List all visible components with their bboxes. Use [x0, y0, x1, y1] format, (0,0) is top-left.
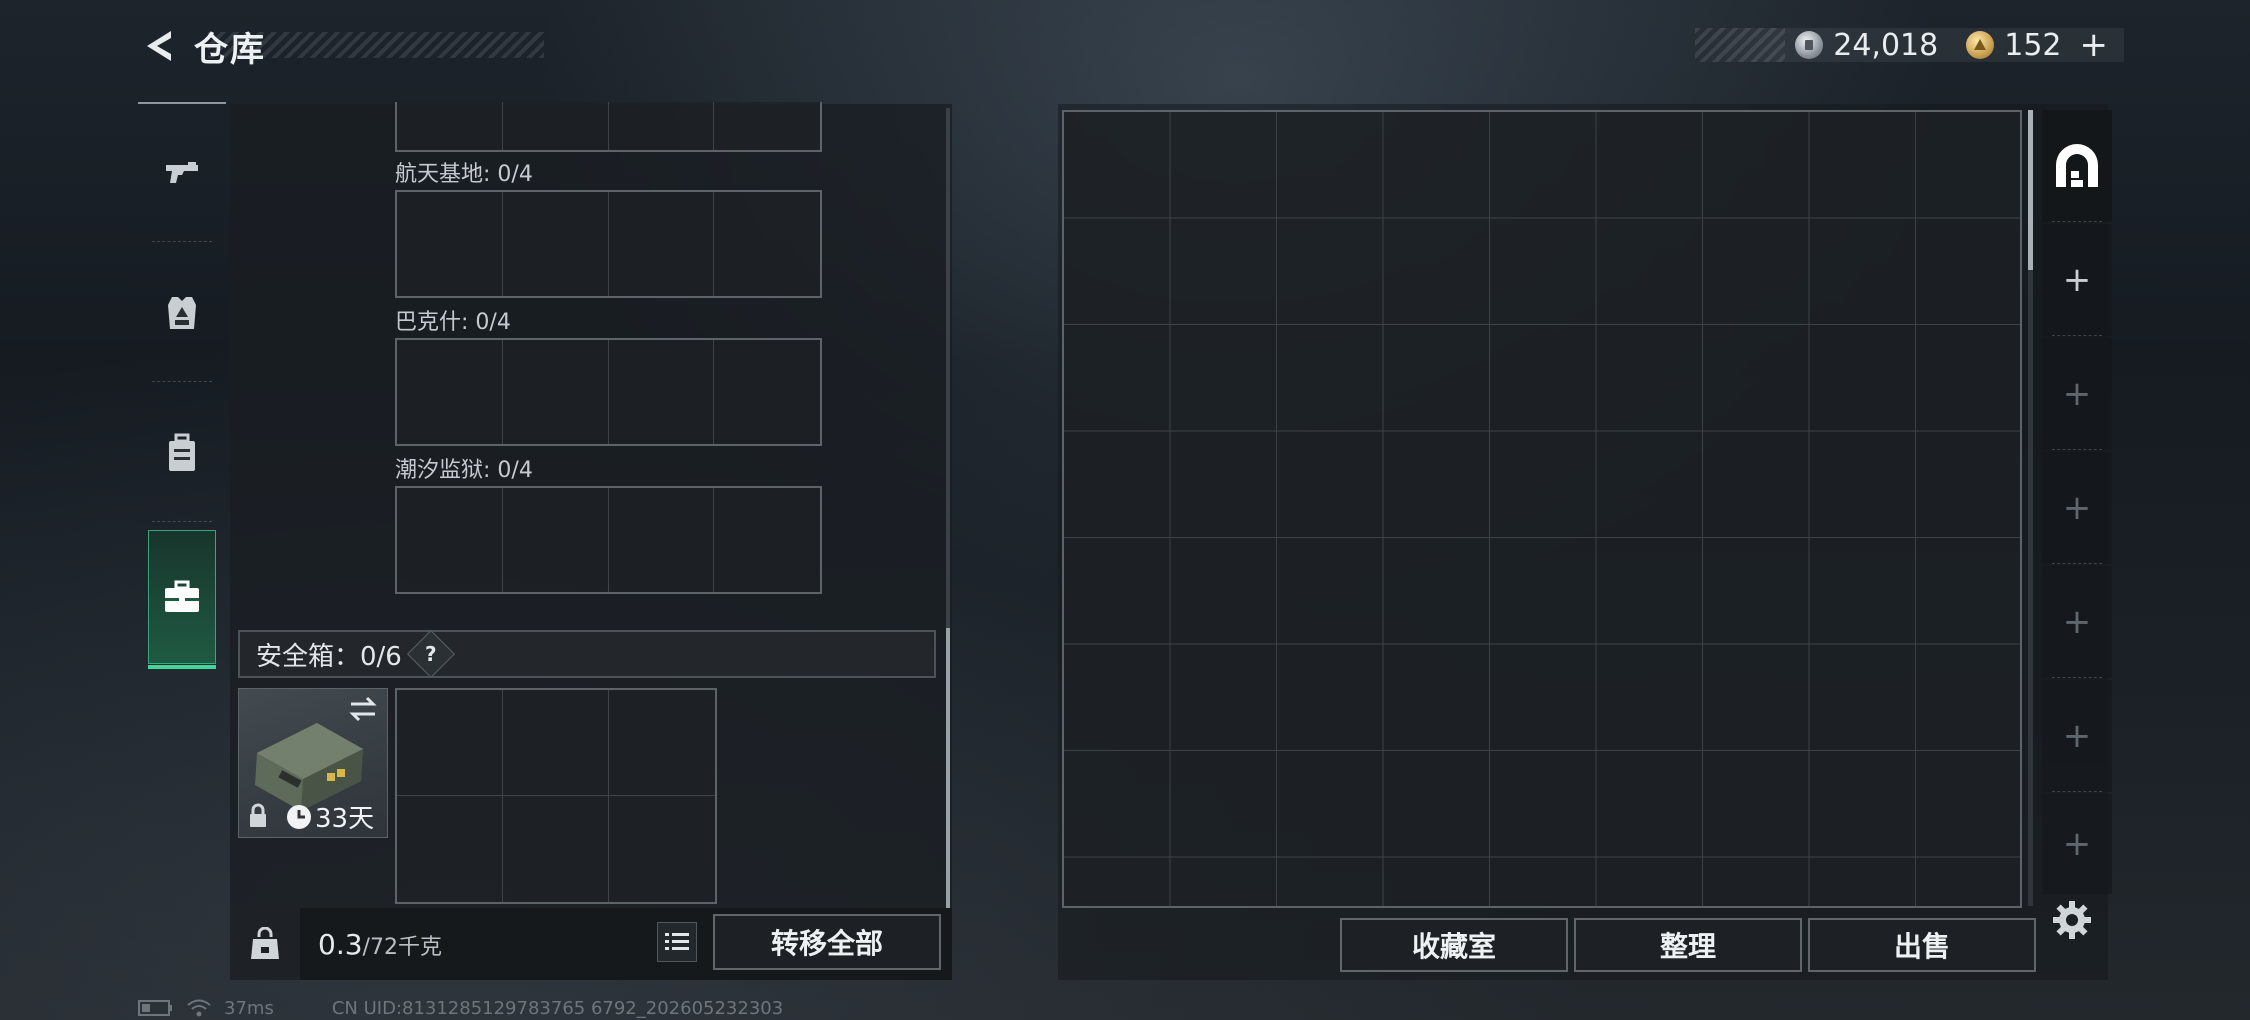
page-title: 仓库 [194, 29, 266, 70]
warehouse-tab-add[interactable]: + [2042, 338, 2112, 450]
map-grid[interactable] [395, 338, 822, 446]
map-grid[interactable] [395, 486, 822, 594]
back-button[interactable] [138, 24, 182, 68]
help-icon[interactable]: ? [406, 629, 455, 679]
settings-button[interactable] [2048, 896, 2096, 944]
list-view-button[interactable] [657, 922, 697, 962]
gold-coin-icon [1966, 31, 1995, 59]
list-icon [665, 933, 689, 950]
backpack-icon [169, 433, 195, 471]
expiry-days: 33天 [315, 804, 375, 834]
clock-icon [287, 805, 311, 829]
warehouse-icon [2056, 144, 2098, 187]
warehouse-tab-add[interactable]: + [2042, 224, 2112, 336]
safe-box-label: 安全箱：0/6 [256, 641, 402, 672]
swap-icon [349, 696, 377, 722]
uid-text: CN UID:8131285129783765 6792_20260523230… [331, 997, 784, 1019]
currency-bar: 24,018 152 + [1695, 25, 2124, 65]
battery-icon [138, 1000, 172, 1016]
lock-icon [250, 803, 266, 827]
silver-amount: 24,018 [1833, 27, 1939, 63]
ping-text: 37ms [224, 997, 274, 1019]
wifi-icon [187, 999, 211, 1017]
storage-scrollbar[interactable] [946, 108, 950, 908]
safe-box-grid[interactable] [395, 688, 717, 904]
weight-lock-button[interactable] [230, 908, 300, 980]
tab-backpack[interactable] [138, 384, 226, 522]
category-tabs [138, 102, 226, 672]
weight-icon [251, 927, 279, 959]
collection-room-button[interactable]: 收藏室 [1340, 918, 1568, 972]
weight-value: 0.3 [318, 927, 363, 961]
gear-icon [2053, 901, 2091, 939]
warehouse-tab-add[interactable]: + [2042, 566, 2112, 678]
silver-coin-icon [1795, 31, 1824, 59]
safe-box-item[interactable]: 33天 [238, 688, 388, 838]
tab-weapons[interactable] [138, 104, 226, 242]
briefcase-icon [165, 580, 199, 612]
map-label: 潮汐监狱: 0/4 [395, 458, 533, 483]
transfer-all-button[interactable]: 转移全部 [713, 914, 941, 970]
back-arrow-icon [147, 31, 171, 61]
safe-box-header: 安全箱：0/6 ? [238, 629, 936, 679]
gold-amount: 152 [2004, 27, 2062, 63]
warehouse-scrollbar[interactable] [2028, 110, 2033, 906]
weight-capacity: /72千克 [362, 934, 442, 960]
tab-armor[interactable] [138, 244, 226, 382]
map-grid-partial[interactable] [395, 102, 822, 152]
warehouse-panel: 收藏室 整理 出售 [1058, 104, 2108, 980]
header-left: 仓库 [138, 22, 266, 70]
vest-icon [168, 297, 196, 329]
storage-panel: 航天基地: 0/4 巴克什: 0/4 潮汐监狱: 0/4 安全箱：0/6 ? 3… [230, 102, 952, 980]
warehouse-tabs: + + + + + + [2042, 110, 2112, 900]
warehouse-tab-add[interactable]: + [2042, 680, 2112, 792]
warehouse-tab-add[interactable]: + [2042, 452, 2112, 564]
weight-readout: 0.3/72千克 [318, 928, 442, 961]
warehouse-grid[interactable] [1062, 110, 2022, 908]
map-grid[interactable] [395, 190, 822, 298]
map-label: 航天基地: 0/4 [395, 162, 533, 187]
topup-button[interactable]: + [2080, 25, 2109, 65]
tab-cases[interactable] [148, 530, 216, 669]
warehouse-tab-main[interactable] [2042, 110, 2112, 222]
status-bar: 37ms CN UID:8131285129783765 6792_202605… [138, 996, 783, 1020]
weight-bar: 0.3/72千克 转移全部 [230, 908, 952, 980]
sell-button[interactable]: 出售 [1808, 918, 2036, 972]
warehouse-tab-add[interactable]: + [2042, 794, 2112, 894]
gun-icon [166, 162, 198, 183]
map-label: 巴克什: 0/4 [395, 310, 511, 335]
organize-button[interactable]: 整理 [1574, 918, 1802, 972]
